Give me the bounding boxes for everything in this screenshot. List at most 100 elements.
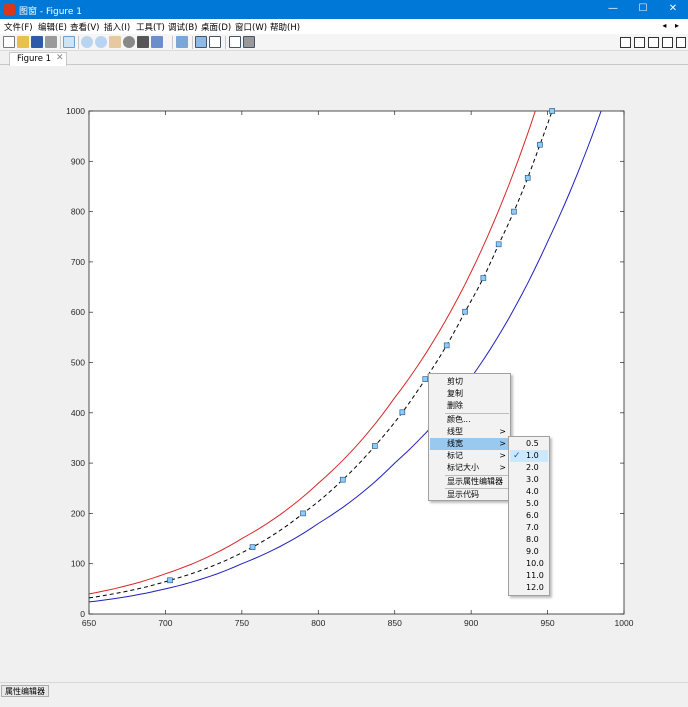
tile-grid-icon[interactable] — [620, 37, 631, 48]
series-marker[interactable] — [549, 108, 555, 114]
menu-scroll-arrows[interactable]: ◂ ▸ — [662, 21, 682, 30]
series-marker[interactable] — [300, 510, 306, 517]
linewidth-option[interactable]: 0.5 — [510, 438, 548, 450]
pan-hand-icon[interactable] — [109, 36, 121, 48]
minimize-button[interactable]: — — [598, 0, 628, 19]
menu-debug[interactable]: 调试(B) — [168, 21, 197, 33]
linewidth-option[interactable]: 6.0 — [510, 510, 548, 522]
series-marker[interactable] — [339, 476, 346, 483]
series-marker[interactable] — [495, 241, 502, 248]
ctx-color[interactable]: 颜色... — [430, 414, 509, 426]
menu-file[interactable]: 文件(F) — [4, 21, 33, 33]
hide-plot-tools-icon[interactable] — [229, 36, 241, 48]
linewidth-label: 2.0 — [526, 463, 539, 472]
y-tick-label: 200 — [71, 508, 85, 518]
series-marker[interactable] — [443, 342, 450, 349]
menu-view[interactable]: 查看(V) — [70, 21, 99, 33]
x-tick-label: 900 — [464, 618, 478, 628]
print-icon[interactable] — [45, 36, 57, 48]
ctx-show-code[interactable]: 显示代码 — [430, 489, 509, 501]
ctx-line-width-label: 线宽 — [447, 439, 463, 448]
float-icon[interactable] — [662, 37, 673, 48]
menu-insert[interactable]: 插入(I) — [104, 21, 130, 33]
ctx-copy[interactable]: 复制 — [430, 388, 509, 400]
x-tick-label: 950 — [540, 618, 554, 628]
linewidth-option[interactable]: 5.0 — [510, 498, 548, 510]
legend-icon[interactable] — [209, 36, 221, 48]
menu-desktop[interactable]: 桌面(D) — [201, 21, 231, 33]
brush-icon[interactable] — [151, 36, 163, 48]
linewidth-label: 8.0 — [526, 535, 539, 544]
ctx-marker-size[interactable]: 标记大小 > — [430, 462, 509, 474]
close-button[interactable]: ✕ — [658, 0, 688, 19]
property-editor-button[interactable]: 属性编辑器 — [1, 685, 49, 697]
menu-help[interactable]: 帮助(H) — [270, 21, 300, 33]
rotate-3d-icon[interactable] — [123, 36, 135, 48]
toolbar-separator — [225, 36, 226, 49]
series-marker[interactable] — [249, 544, 256, 550]
ctx-delete[interactable]: 删除 — [430, 400, 509, 412]
series-marker[interactable] — [511, 208, 517, 215]
open-folder-icon[interactable] — [17, 36, 29, 48]
show-plot-tools-icon[interactable] — [243, 36, 255, 48]
tab-figure-1[interactable]: Figure 1 ✕ — [9, 52, 67, 66]
series-marker[interactable] — [462, 308, 468, 315]
save-icon[interactable] — [31, 36, 43, 48]
ctx-show-property-editor[interactable]: 显示属性编辑器 — [430, 476, 509, 488]
series-marker[interactable] — [372, 443, 378, 449]
linewidth-option[interactable]: 2.0 — [510, 462, 548, 474]
linewidth-option[interactable]: 4.0 — [510, 486, 548, 498]
ctx-marker-label: 标记 — [447, 451, 463, 460]
status-bar: 属性编辑器 — [0, 682, 688, 707]
menu-tools[interactable]: 工具(T) — [136, 21, 165, 33]
menu-edit[interactable]: 编辑(E) — [38, 21, 67, 33]
series-marker[interactable] — [167, 577, 173, 584]
y-tick-label: 600 — [71, 307, 85, 317]
linewidth-option[interactable]: 10.0 — [510, 558, 548, 570]
linewidth-option[interactable]: 7.0 — [510, 522, 548, 534]
series-marker[interactable] — [480, 275, 487, 281]
window-title: 图窗 - Figure 1 — [19, 7, 83, 17]
linewidth-label: 0.5 — [526, 439, 539, 448]
submenu-arrow-icon: > — [499, 427, 506, 436]
new-file-icon[interactable] — [3, 36, 15, 48]
y-tick-label: 900 — [71, 156, 85, 166]
dock-icon[interactable] — [676, 37, 686, 48]
x-tick-label: 850 — [388, 618, 402, 628]
series-marker[interactable] — [537, 141, 543, 148]
linewidth-option[interactable]: 3.0 — [510, 474, 548, 486]
linewidth-option[interactable]: 8.0 — [510, 534, 548, 546]
y-tick-label: 700 — [71, 257, 85, 267]
ctx-property-editor-label: 显示属性编辑器 — [447, 477, 503, 486]
linewidth-label: 11.0 — [526, 571, 544, 580]
maximize-button[interactable]: ☐ — [628, 0, 658, 19]
link-plot-icon[interactable] — [176, 36, 188, 48]
ctx-line-style[interactable]: 线型 > — [430, 426, 509, 438]
x-tick-label: 650 — [82, 618, 96, 628]
linewidth-option[interactable]: 11.0 — [510, 570, 548, 582]
tab-close-icon[interactable]: ✕ — [56, 53, 64, 63]
linewidth-option[interactable]: 9.0 — [510, 546, 548, 558]
toolbar-separator — [60, 36, 61, 49]
tile-columns-icon[interactable] — [634, 37, 645, 48]
toolbar-separator — [78, 36, 79, 49]
series-marker[interactable] — [399, 409, 406, 416]
tile-rows-icon[interactable] — [648, 37, 659, 48]
check-icon: ✓ — [513, 451, 521, 461]
linewidth-option[interactable]: 12.0 — [510, 582, 548, 594]
figure-toolbar — [0, 34, 688, 51]
menu-window[interactable]: 窗口(W) — [235, 21, 267, 33]
zoom-in-icon[interactable] — [81, 36, 93, 48]
series-marker[interactable] — [524, 175, 531, 181]
ctx-line-width[interactable]: 线宽 > — [430, 438, 509, 450]
data-cursor-icon[interactable] — [137, 36, 149, 48]
select-arrow-icon[interactable] — [63, 36, 75, 48]
ctx-marker[interactable]: 标记 > — [430, 450, 509, 462]
plot-axes[interactable]: 650 700 750 800 850 900 950 1000 0 100 200 300 400 5… — [0, 66, 688, 682]
ctx-cut[interactable]: 剪切 — [430, 376, 509, 388]
zoom-out-icon[interactable] — [95, 36, 107, 48]
colorbar-icon[interactable] — [195, 36, 207, 48]
ctx-show-code-label: 显示代码 — [447, 490, 479, 499]
x-tick-label: 700 — [158, 618, 172, 628]
linewidth-option-selected[interactable]: ✓ 1.0 — [510, 450, 548, 462]
